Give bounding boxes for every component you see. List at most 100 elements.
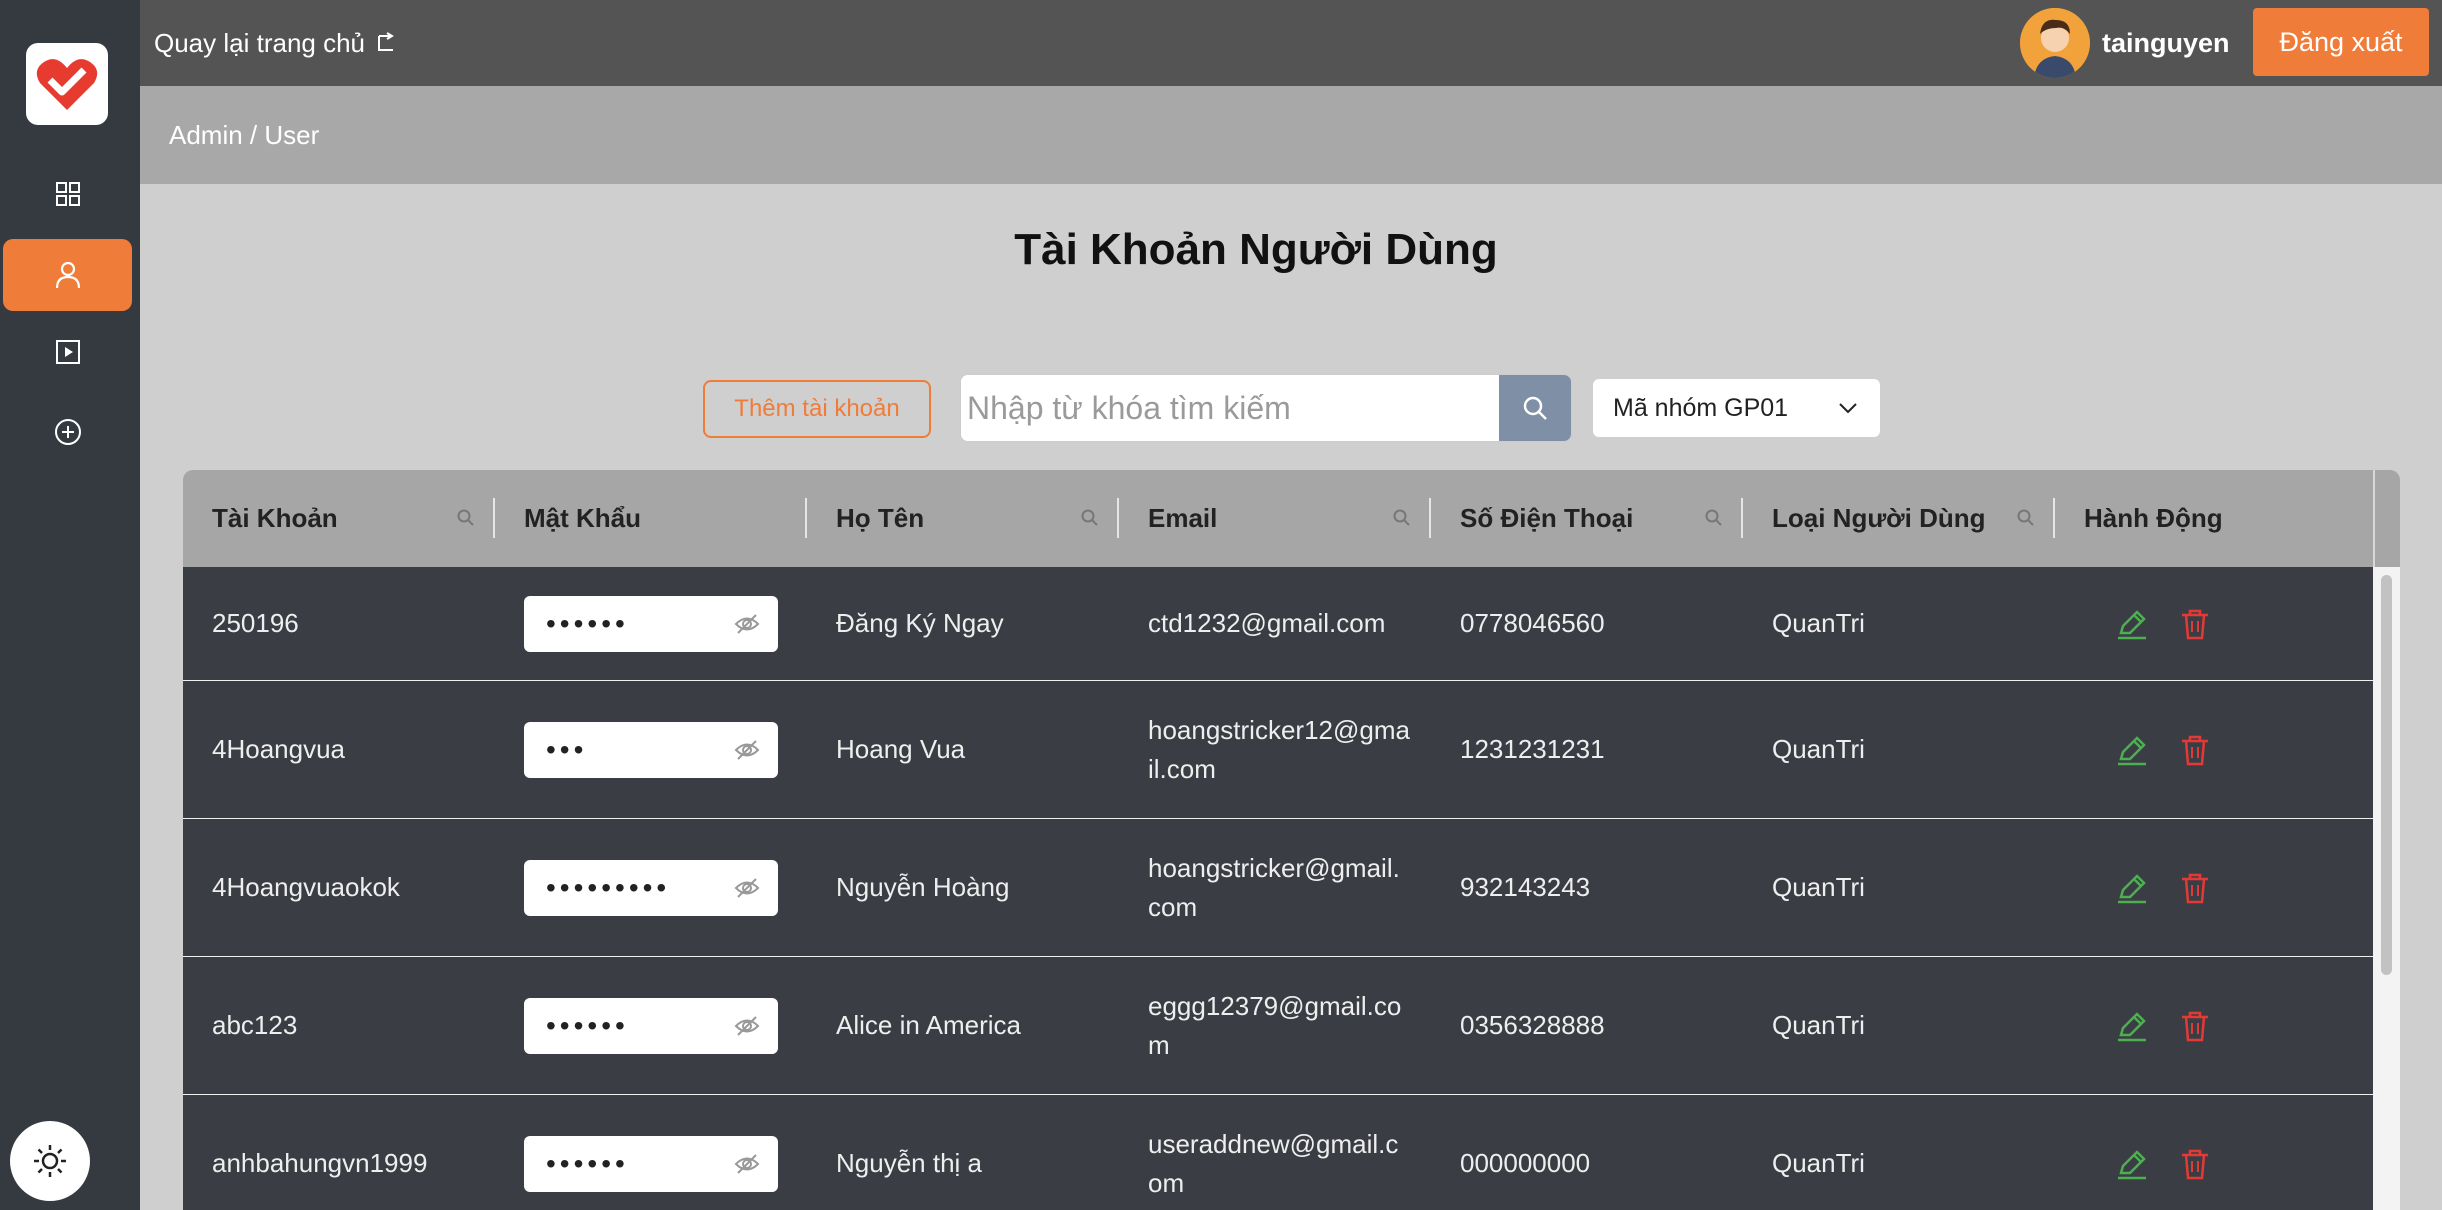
col-user-type: Loại Người Dùng (1743, 470, 2055, 567)
col-password-label: Mật Khẩu (524, 503, 641, 533)
cell-name: Hoang Vua (836, 734, 966, 764)
plus-circle-icon (54, 419, 81, 445)
cell-name: Đăng Ký Ngay (836, 608, 1004, 638)
table-row: 250196 •••••• Đăng Ký Ngay ctd1232@gmail… (183, 567, 2373, 681)
edit-icon[interactable] (2115, 1147, 2149, 1181)
search-button[interactable] (1499, 375, 1571, 441)
cell-password: •••••• (495, 957, 807, 1094)
cell-account: 4Hoangvuaokok (212, 872, 400, 902)
cell-password: •••••• (495, 1095, 807, 1210)
password-field[interactable]: ••• (524, 721, 778, 778)
table-row: anhbahungvn1999 •••••• Nguyễn thị a user… (183, 1095, 2373, 1210)
cell-account: 250196 (212, 608, 299, 638)
password-field[interactable]: •••••• (524, 997, 778, 1054)
cell-actions (2055, 819, 2367, 956)
eye-invisible-icon[interactable] (734, 877, 760, 899)
cell-password: ••• (495, 681, 807, 818)
cell-phone: 932143243 (1460, 872, 1591, 902)
col-name: Họ Tên (807, 470, 1119, 567)
grid-icon (55, 182, 80, 206)
col-account: Tài Khoản (183, 470, 495, 567)
eye-invisible-icon[interactable] (734, 613, 760, 635)
logout-button[interactable]: Đăng xuất (2253, 8, 2429, 76)
cell-name: Nguyễn thị a (836, 1148, 982, 1178)
edit-icon[interactable] (2115, 1009, 2149, 1043)
search-input[interactable] (961, 375, 1499, 441)
table-header: Tài Khoản Mật Khẩu Họ Tên Email Số Điện … (183, 470, 2373, 567)
column-search-icon[interactable] (2016, 508, 2036, 528)
delete-icon[interactable] (2179, 1147, 2211, 1181)
col-actions: Hành Động (2055, 470, 2367, 567)
sun-icon (34, 1145, 66, 1177)
cell-user-type: QuanTri (1772, 1148, 1865, 1178)
app-logo[interactable] (26, 43, 108, 125)
group-select-value: Mã nhóm GP01 (1613, 393, 1789, 422)
cell-actions (2055, 1095, 2367, 1210)
cell-account: abc123 (212, 1010, 298, 1040)
theme-toggle-button[interactable] (10, 1121, 90, 1201)
column-search-icon[interactable] (456, 508, 476, 528)
sidebar (0, 0, 140, 1210)
users-table: Tài Khoản Mật Khẩu Họ Tên Email Số Điện … (183, 470, 2400, 1210)
scrollbar-thumb[interactable] (2381, 575, 2392, 975)
eye-invisible-icon[interactable] (734, 1153, 760, 1175)
user-icon (55, 261, 80, 289)
back-home-label: Quay lại trang chủ (154, 27, 366, 58)
cell-actions (2055, 681, 2367, 818)
cell-user-type: QuanTri (1772, 608, 1865, 638)
nav-users[interactable] (3, 239, 132, 311)
cell-password: •••••• (495, 567, 807, 680)
edit-icon[interactable] (2115, 733, 2149, 767)
edit-icon[interactable] (2115, 607, 2149, 641)
table-scrollbar[interactable] (2373, 567, 2400, 1210)
col-password: Mật Khẩu (495, 470, 807, 567)
cell-phone: 0356328888 (1460, 1010, 1605, 1040)
return-icon (378, 32, 394, 51)
eye-invisible-icon[interactable] (734, 739, 760, 761)
delete-icon[interactable] (2179, 733, 2211, 767)
cell-email: useraddnew@gmail.com (1148, 1128, 1399, 1198)
scrollbar-header (2373, 470, 2400, 567)
cell-user-type: QuanTri (1772, 872, 1865, 902)
cell-actions (2055, 567, 2367, 680)
table-body: 250196 •••••• Đăng Ký Ngay ctd1232@gmail… (183, 567, 2373, 1210)
password-field[interactable]: ••••••••• (524, 859, 778, 916)
back-home-link[interactable]: Quay lại trang chủ (154, 0, 397, 86)
cell-user-type: QuanTri (1772, 734, 1865, 764)
search-icon (1523, 396, 1547, 420)
col-actions-label: Hành Động (2084, 503, 2223, 533)
password-mask: •••••• (546, 1148, 629, 1179)
nav-dashboard[interactable] (3, 158, 132, 230)
avatar[interactable] (2020, 8, 2090, 78)
add-account-button[interactable]: Thêm tài khoản (703, 380, 931, 438)
eye-invisible-icon[interactable] (734, 1015, 760, 1037)
delete-icon[interactable] (2179, 871, 2211, 905)
password-field[interactable]: •••••• (524, 595, 778, 652)
col-account-label: Tài Khoản (212, 503, 338, 533)
edit-icon[interactable] (2115, 871, 2149, 905)
delete-icon[interactable] (2179, 1009, 2211, 1043)
password-mask: •••••• (546, 1010, 629, 1041)
group-select[interactable]: Mã nhóm GP01 (1593, 379, 1880, 437)
password-mask: ••••••••• (546, 872, 671, 903)
col-name-label: Họ Tên (836, 503, 925, 533)
cell-email: ctd1232@gmail.com (1148, 608, 1386, 638)
cell-email: hoangstricker12@gmail.com (1148, 714, 1410, 784)
nav-films[interactable] (3, 316, 132, 388)
breadcrumb-bar: Admin / User (140, 86, 2442, 184)
column-search-icon[interactable] (1392, 508, 1412, 528)
page-title: Tài Khoản Người Dùng (1014, 225, 1498, 274)
heart-logo-icon (36, 59, 98, 110)
chevron-down-icon (1839, 403, 1857, 414)
column-search-icon[interactable] (1704, 508, 1724, 528)
cell-account: 4Hoangvua (212, 734, 345, 764)
password-field[interactable]: •••••• (524, 1135, 778, 1192)
cell-name: Nguyễn Hoàng (836, 872, 1010, 902)
nav-add[interactable] (3, 396, 132, 468)
password-mask: •••••• (546, 608, 629, 639)
table-row: 4Hoangvua ••• Hoang Vua hoangstricker12@… (183, 681, 2373, 819)
cell-password: ••••••••• (495, 819, 807, 956)
column-search-icon[interactable] (1080, 508, 1100, 528)
delete-icon[interactable] (2179, 607, 2211, 641)
table-row: abc123 •••••• Alice in America eggg12379… (183, 957, 2373, 1095)
